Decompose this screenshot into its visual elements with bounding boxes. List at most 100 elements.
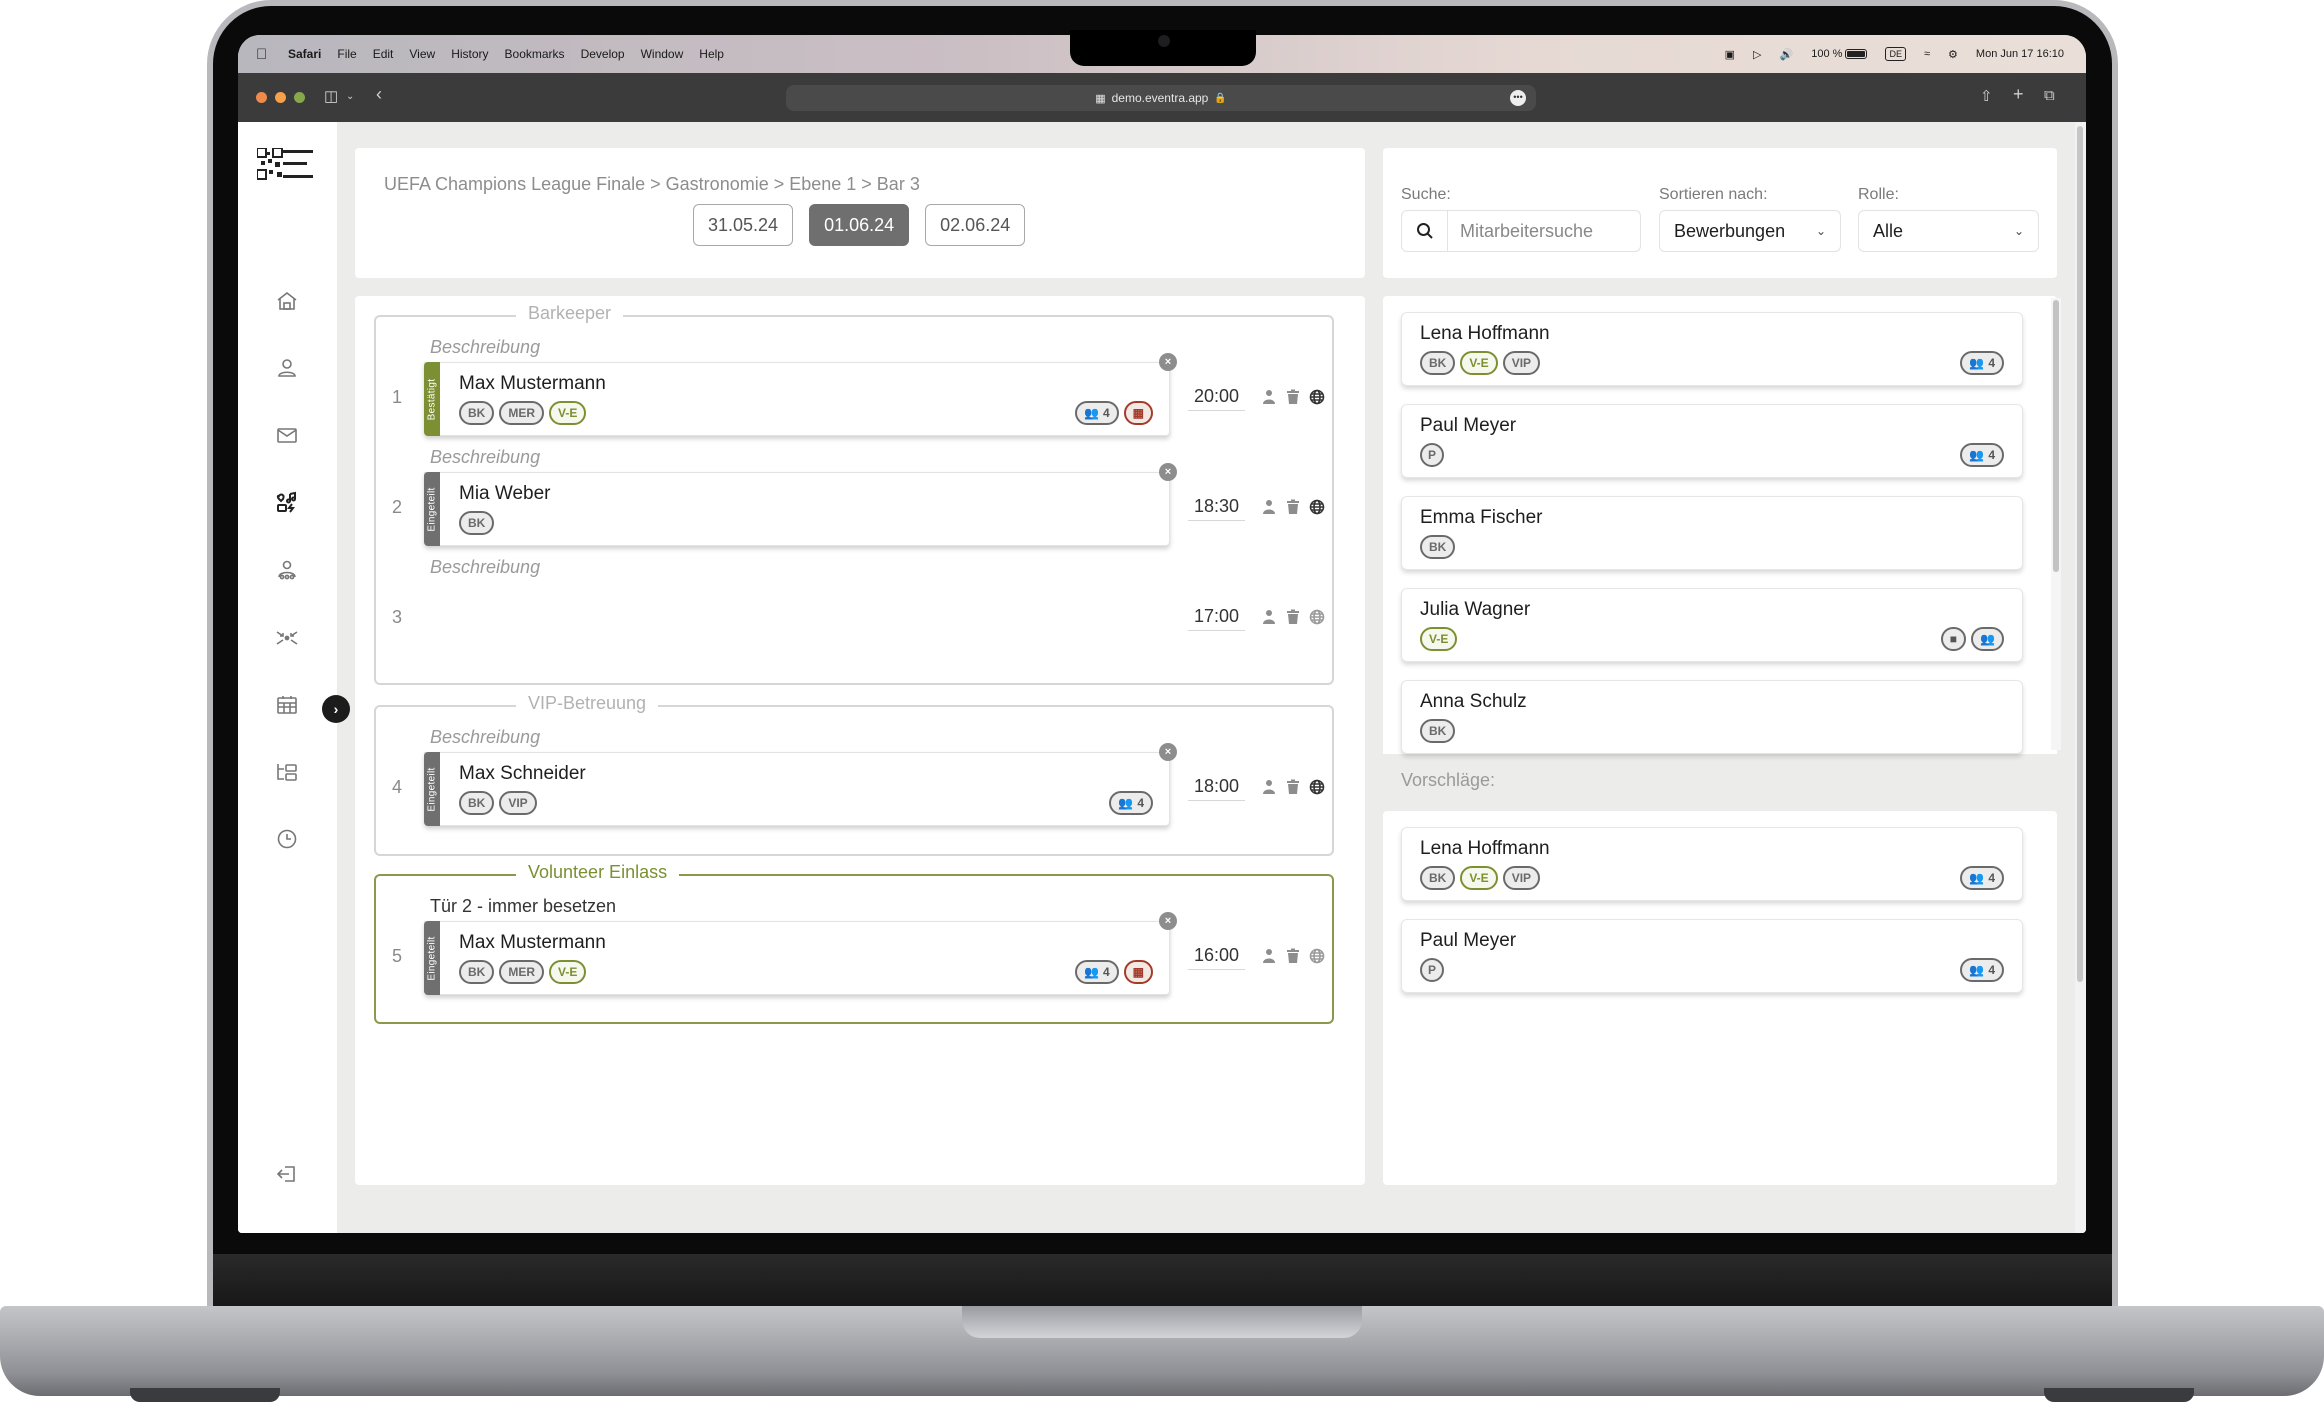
lock-icon: 🔒 [1214, 92, 1227, 104]
team-icon: 👥 [1084, 965, 1099, 979]
nav-events[interactable] [272, 488, 302, 518]
zoom-window-button[interactable] [294, 92, 305, 103]
apple-icon[interactable]:  [256, 46, 274, 63]
search-field[interactable] [1401, 210, 1641, 252]
tag: VIP [499, 791, 537, 815]
logout-button[interactable] [272, 1159, 302, 1189]
eventra-logo[interactable] [257, 148, 315, 180]
tab-overview-icon[interactable]: ⧉ [2044, 87, 2055, 104]
wifi-icon[interactable]: ≈ [1924, 48, 1930, 60]
assign-person-icon[interactable] [1260, 388, 1278, 406]
slot-time[interactable]: 16:00 [1188, 945, 1246, 970]
menu-window[interactable]: Window [641, 47, 684, 61]
nav-home[interactable] [272, 286, 302, 316]
chevron-down-icon[interactable]: ⌄ [346, 91, 354, 102]
slot-description[interactable]: Tür 2 - immer besetzen [430, 896, 616, 917]
control-center-icon[interactable]: ⚙ [1948, 48, 1958, 61]
back-icon[interactable]: ‹ [376, 84, 382, 105]
now-playing-icon[interactable]: ▷ [1753, 48, 1761, 61]
clock[interactable]: Mon Jun 17 16:10 [1976, 48, 2064, 60]
battery-status[interactable]: 100 % [1811, 48, 1868, 60]
menu-file[interactable]: File [337, 47, 356, 61]
address-bar[interactable]: ▦ demo.eventra.app 🔒 ••• [786, 85, 1536, 111]
candidate-card[interactable]: Anna Schulz BK [1401, 680, 2023, 754]
minimize-window-button[interactable] [275, 92, 286, 103]
menu-develop[interactable]: Develop [581, 47, 625, 61]
candidate-card[interactable]: Julia Wagner V-E ■ 👥 [1401, 588, 2023, 662]
new-tab-icon[interactable]: + [2013, 84, 2024, 105]
sidebar-toggle-icon[interactable]: ◫ [324, 87, 338, 105]
slot-time[interactable]: 18:00 [1188, 776, 1246, 801]
candidate-card[interactable]: Lena Hoffmann BK V-E VIP 👥 4 [1401, 312, 2023, 386]
nav-calendar[interactable] [272, 690, 302, 720]
nav-profile[interactable] [272, 353, 302, 383]
globe-icon[interactable] [1308, 608, 1326, 626]
assign-person-icon[interactable] [1260, 498, 1278, 516]
delete-icon[interactable] [1284, 778, 1302, 796]
assignment-card[interactable]: Eingeteilt Max Schneider BK VIP 👥 4 × [424, 743, 1177, 826]
globe-icon[interactable] [1308, 388, 1326, 406]
date-button[interactable]: 02.06.24 [925, 204, 1026, 246]
slot-time[interactable]: 20:00 [1188, 386, 1246, 411]
menu-edit[interactable]: Edit [373, 47, 394, 61]
close-window-button[interactable] [256, 92, 267, 103]
nav-staff[interactable] [272, 555, 302, 585]
nav-history[interactable] [272, 824, 302, 854]
date-button[interactable]: 31.05.24 [693, 204, 794, 246]
date-button-active[interactable]: 01.06.24 [809, 204, 910, 246]
stage-manager-icon[interactable]: ▣ [1725, 48, 1735, 61]
remove-assignment-button[interactable]: × [1159, 743, 1177, 761]
input-source[interactable]: DE [1885, 47, 1906, 61]
share-icon[interactable]: ⇧ [1980, 87, 1993, 105]
team-icon: 👥 [1980, 632, 1995, 646]
slot-time[interactable]: 18:30 [1188, 496, 1246, 521]
role-label: Rolle: [1858, 186, 1899, 203]
remove-assignment-button[interactable]: × [1159, 463, 1177, 481]
role-select[interactable]: Alle ⌄ [1858, 210, 2039, 252]
candidate-card[interactable]: Emma Fischer BK [1401, 496, 2023, 570]
sort-select[interactable]: Bewerbungen ⌄ [1659, 210, 1841, 252]
clock-icon [277, 829, 297, 849]
team-icon: 👥 [1084, 406, 1099, 420]
menu-help[interactable]: Help [699, 47, 724, 61]
volume-icon[interactable]: 🔊 [1780, 48, 1794, 61]
delete-icon[interactable] [1284, 608, 1302, 626]
menu-history[interactable]: History [451, 47, 488, 61]
assignment-card[interactable]: Eingeteilt Mia Weber BK × [424, 463, 1177, 546]
globe-icon[interactable] [1308, 778, 1326, 796]
laptop-foot [130, 1388, 280, 1402]
assignment-card[interactable]: Bestätigt Max Mustermann BK MER V-E 👥 4 ▦… [424, 353, 1177, 436]
suggestion-card[interactable]: Paul Meyer P 👥 4 [1401, 919, 2023, 993]
slot-description[interactable]: Beschreibung [430, 447, 540, 468]
remove-assignment-button[interactable]: × [1159, 912, 1177, 930]
candidate-card[interactable]: Paul Meyer P 👥 4 [1401, 404, 2023, 478]
slot-description[interactable]: Beschreibung [430, 727, 540, 748]
more-options-icon[interactable]: ••• [1510, 90, 1526, 106]
nav-structure[interactable] [272, 757, 302, 787]
menu-bookmarks[interactable]: Bookmarks [505, 47, 565, 61]
tag: P [1420, 958, 1444, 982]
nav-messages[interactable] [272, 420, 302, 450]
slot-time[interactable]: 17:00 [1188, 606, 1246, 631]
expand-sidebar-button[interactable]: › [322, 695, 350, 723]
menu-view[interactable]: View [409, 47, 435, 61]
nav-collapse[interactable] [272, 623, 302, 653]
delete-icon[interactable] [1284, 947, 1302, 965]
assign-person-icon[interactable] [1260, 947, 1278, 965]
delete-icon[interactable] [1284, 388, 1302, 406]
globe-icon[interactable] [1308, 947, 1326, 965]
assign-person-icon[interactable] [1260, 778, 1278, 796]
assignment-card[interactable]: Eingeteilt Max Mustermann BK MER V-E 👥 4 … [424, 912, 1177, 995]
search-input[interactable] [1448, 220, 1638, 242]
menu-app-name[interactable]: Safari [288, 47, 321, 61]
globe-icon[interactable] [1308, 498, 1326, 516]
suggestion-card[interactable]: Lena Hoffmann BK V-E VIP 👥 4 [1401, 827, 2023, 901]
slot-description[interactable]: Beschreibung [430, 557, 540, 578]
delete-icon[interactable] [1284, 498, 1302, 516]
slot-description[interactable]: Beschreibung [430, 337, 540, 358]
assign-person-icon[interactable] [1260, 608, 1278, 626]
remove-assignment-button[interactable]: × [1159, 353, 1177, 371]
tag: BK [1420, 719, 1456, 743]
page-scrollbar-thumb[interactable] [2077, 126, 2083, 982]
list-scrollbar-thumb[interactable] [2053, 300, 2059, 572]
